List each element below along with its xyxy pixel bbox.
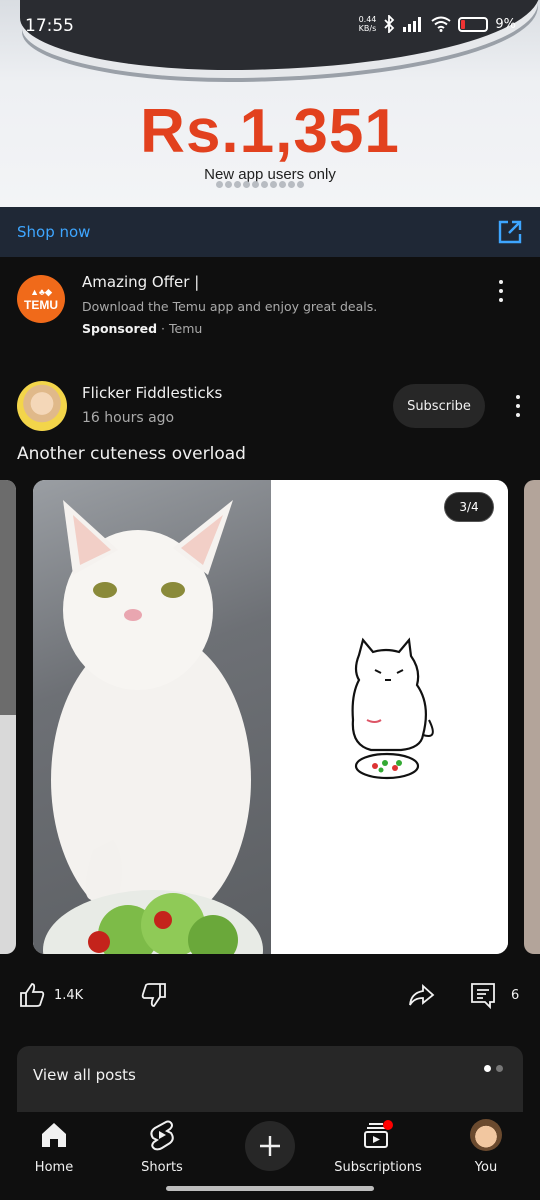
- battery-percent: 9%: [495, 16, 516, 32]
- post-actions: 1.4K 6: [0, 975, 540, 1019]
- subscriptions-icon: [364, 1120, 393, 1148]
- sponsored-label: Sponsored: [82, 321, 158, 336]
- share-button[interactable]: [407, 981, 435, 1009]
- ad-description: Download the Temu app and enjoy great de…: [82, 299, 378, 314]
- nav-subscriptions[interactable]: Subscriptions: [324, 1118, 432, 1175]
- bluetooth-icon: [384, 15, 395, 33]
- subscribe-button[interactable]: Subscribe: [393, 384, 485, 428]
- comments-button[interactable]: 6: [469, 981, 519, 1009]
- status-icons: 0.44 KB/s 9%: [359, 15, 516, 33]
- channel-name[interactable]: Flicker Fiddlesticks: [82, 384, 222, 402]
- shorts-icon: [150, 1120, 174, 1151]
- posts-page-dots: [484, 1065, 503, 1072]
- dislike-button[interactable]: [140, 981, 168, 1009]
- view-all-posts[interactable]: View all posts: [17, 1046, 523, 1112]
- nav-home[interactable]: Home: [0, 1118, 108, 1175]
- like-count: 1.4K: [54, 987, 84, 1003]
- signal-icon: [403, 17, 422, 32]
- sponsored-ad[interactable]: ▲♣◆ TEMU Amazing Offer | Download the Te…: [0, 257, 540, 357]
- nav-shorts-label: Shorts: [141, 1160, 183, 1175]
- comment-icon: [471, 983, 495, 1009]
- ad-price: Rs.1,351: [140, 97, 400, 166]
- thumbs-down-icon: [141, 983, 166, 1007]
- wifi-icon: [431, 16, 451, 32]
- next-image-peek[interactable]: [524, 480, 540, 954]
- cat-photo: [33, 480, 271, 954]
- nav-home-label: Home: [34, 1160, 74, 1175]
- ad-meta: Sponsored · Temu: [82, 321, 203, 336]
- shop-now-bar[interactable]: Shop now: [0, 207, 540, 257]
- battery-icon: [458, 16, 489, 32]
- share-icon: [409, 983, 435, 1006]
- shop-now-link[interactable]: Shop now: [17, 223, 90, 241]
- external-link-icon[interactable]: [497, 219, 523, 245]
- cat-drawing: [271, 480, 508, 954]
- thumbs-up-icon: [20, 983, 45, 1007]
- plus-icon: [260, 1136, 280, 1156]
- ad-more-icon[interactable]: [491, 278, 511, 304]
- nav-shorts[interactable]: Shorts: [108, 1118, 216, 1175]
- post-more-icon[interactable]: [508, 393, 528, 419]
- post-text: Another cuteness overload: [17, 444, 246, 464]
- home-indicator[interactable]: [166, 1186, 374, 1191]
- status-bar: 17:55 0.44 KB/s 9%: [0, 0, 540, 52]
- nav-you-label: You: [474, 1160, 498, 1175]
- ad-title: Amazing Offer |: [82, 273, 200, 291]
- view-all-posts-label: View all posts: [33, 1066, 136, 1084]
- temu-logo: ▲♣◆ TEMU: [17, 275, 65, 323]
- post-header: Flicker Fiddlesticks 16 hours ago Subscr…: [0, 375, 540, 437]
- create-button[interactable]: [245, 1121, 295, 1171]
- post-image-carousel[interactable]: 3/4: [33, 480, 508, 954]
- previous-image-peek[interactable]: [0, 480, 16, 954]
- user-avatar: [470, 1119, 502, 1151]
- post-time: 16 hours ago: [82, 410, 175, 426]
- home-icon: [42, 1123, 66, 1147]
- comment-count: 6: [511, 987, 520, 1003]
- like-button[interactable]: 1.4K: [18, 981, 83, 1009]
- channel-avatar[interactable]: [17, 381, 67, 431]
- image-counter-badge: 3/4: [444, 492, 494, 522]
- status-time: 17:55: [25, 16, 74, 36]
- nav-you[interactable]: You: [432, 1118, 540, 1175]
- advertiser-name: Temu: [169, 321, 203, 336]
- network-speed: 0.44 KB/s: [358, 15, 377, 33]
- nav-subscriptions-label: Subscriptions: [334, 1160, 422, 1175]
- ad-carousel-dots: [216, 181, 304, 188]
